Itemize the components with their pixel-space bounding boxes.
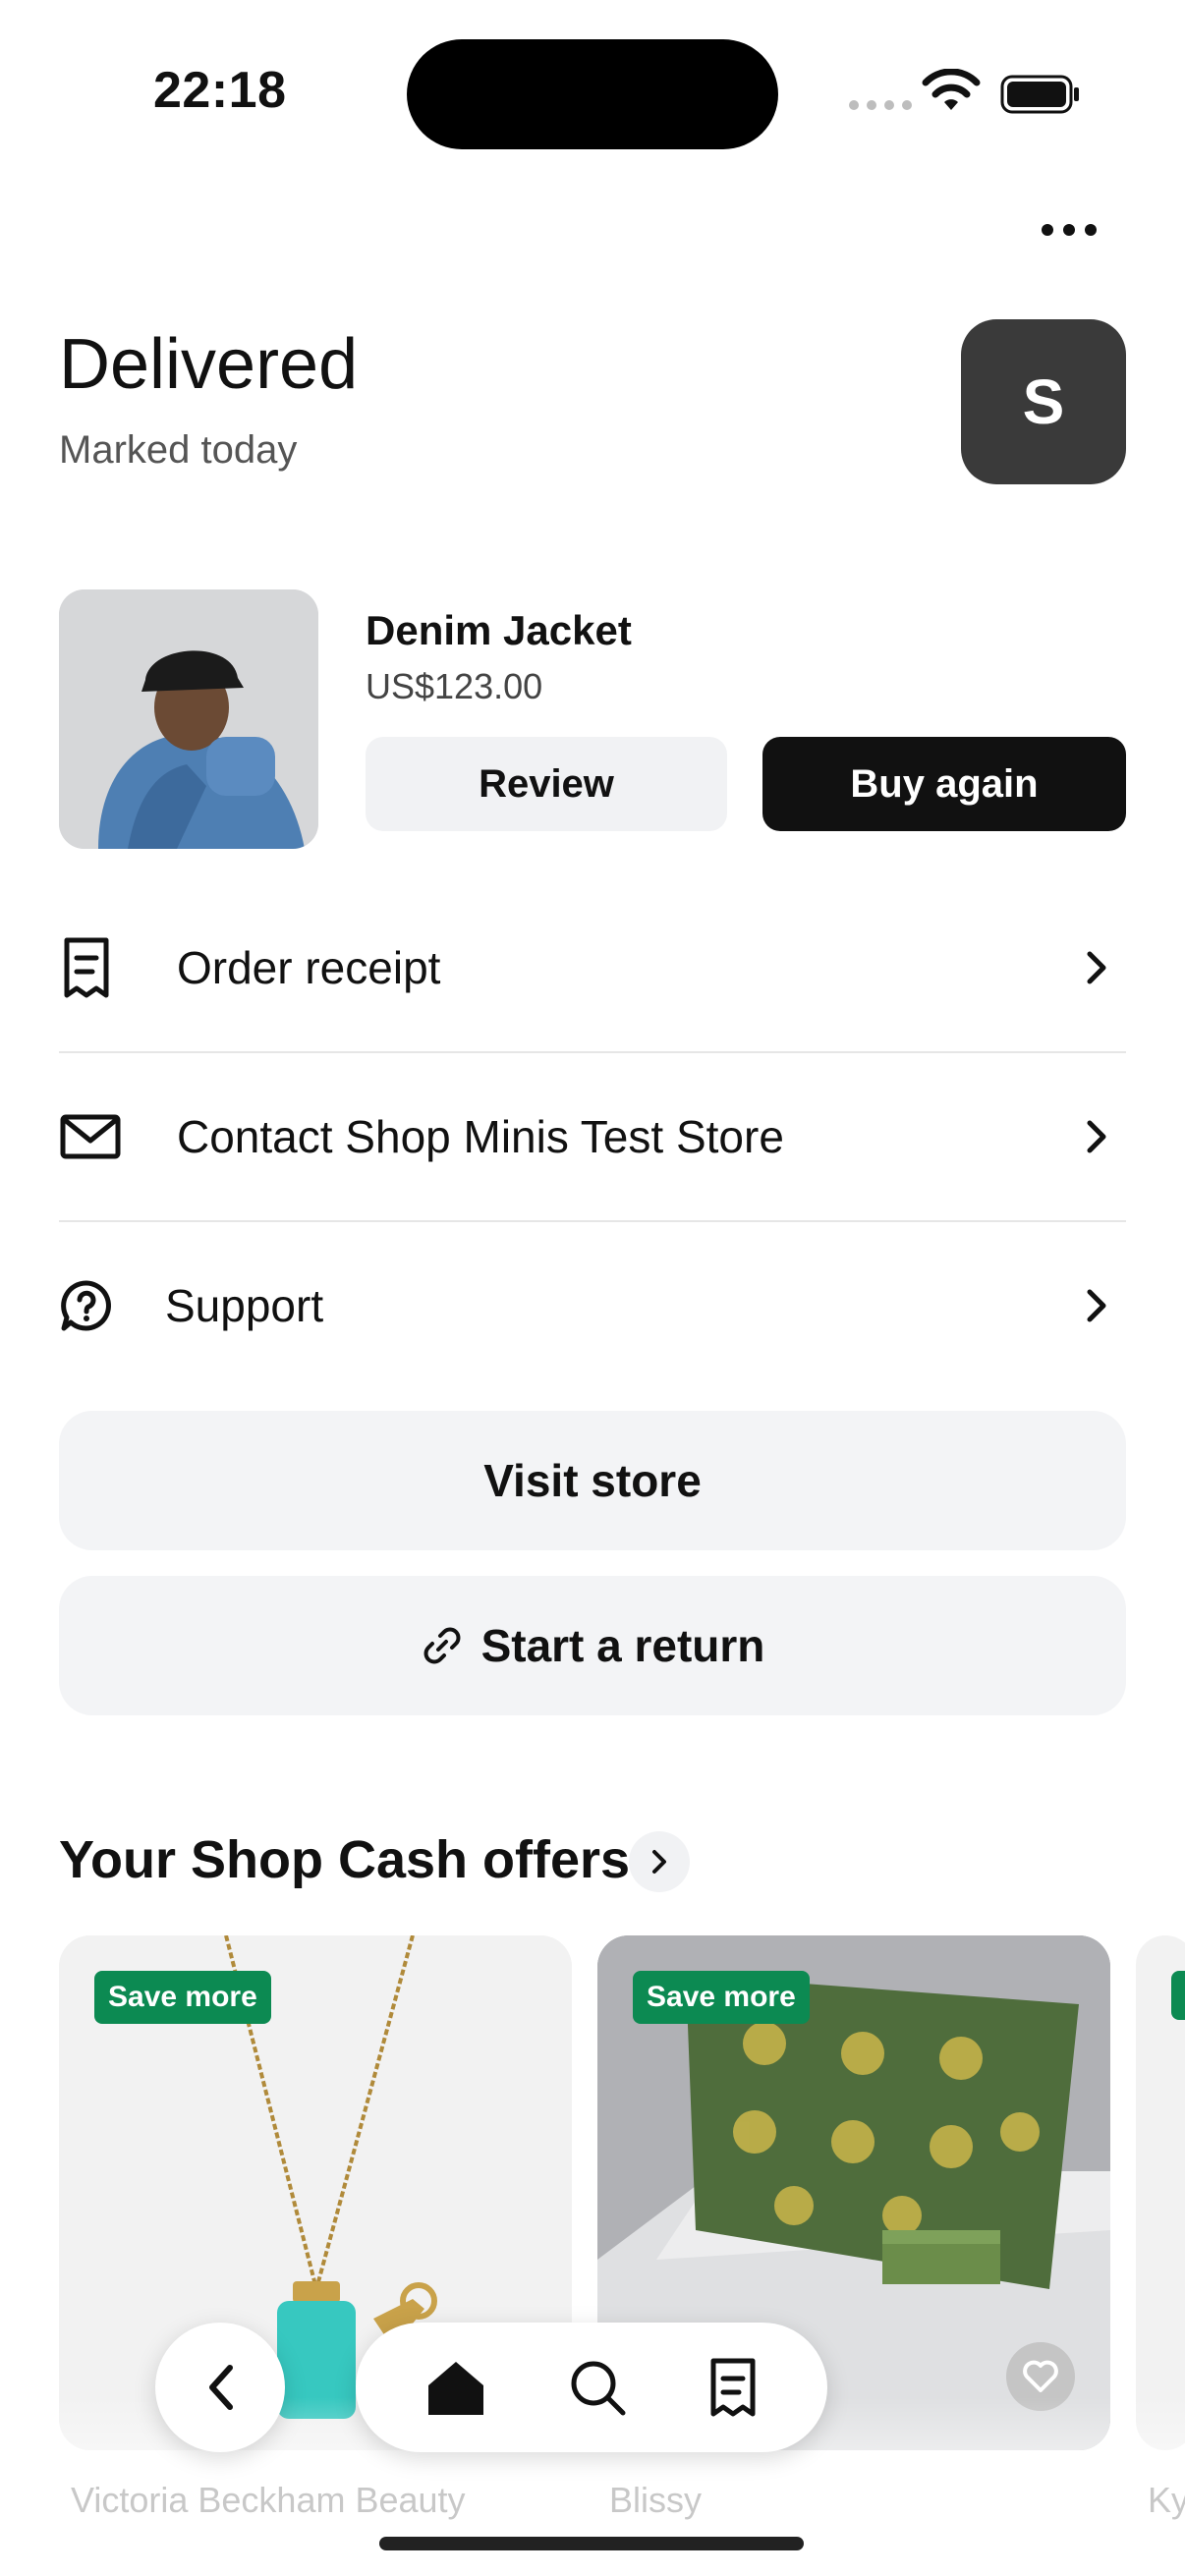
contact-store-row[interactable]: Contact Shop Minis Test Store bbox=[59, 1053, 1126, 1220]
status-time: 22:18 bbox=[153, 62, 287, 119]
order-receipt-label: Order receipt bbox=[177, 942, 441, 993]
orders-icon[interactable] bbox=[707, 2357, 759, 2418]
contact-store-label: Contact Shop Minis Test Store bbox=[177, 1111, 784, 1162]
offer-card-3[interactable] bbox=[1136, 1935, 1185, 2450]
offers-chevron-right-icon[interactable] bbox=[629, 1831, 690, 1892]
offer-store-name[interactable]: Victoria Beckham Beauty bbox=[71, 2480, 466, 2521]
store-avatar[interactable]: S bbox=[961, 319, 1126, 484]
product-name[interactable]: Denim Jacket bbox=[366, 607, 632, 654]
cellular-signal-icon bbox=[849, 100, 912, 110]
support-row[interactable]: Support bbox=[59, 1222, 1126, 1389]
product-photo-illustration bbox=[59, 589, 318, 849]
wifi-icon bbox=[922, 69, 981, 110]
review-button[interactable]: Review bbox=[366, 737, 727, 831]
more-options-icon[interactable] bbox=[1042, 210, 1104, 250]
page-title: Delivered bbox=[59, 325, 359, 404]
chevron-right-icon bbox=[1087, 1120, 1106, 1153]
support-icon bbox=[61, 1280, 111, 1331]
shop-cash-offers-title[interactable]: Your Shop Cash offers bbox=[59, 1829, 630, 1890]
order-receipt-row[interactable]: Order receipt bbox=[59, 884, 1126, 1051]
offer-store-name[interactable]: Ky bbox=[1148, 2480, 1185, 2521]
home-icon[interactable] bbox=[424, 2358, 487, 2417]
buy-again-button[interactable]: Buy again bbox=[762, 737, 1126, 831]
delivery-status-subtitle: Marked today bbox=[59, 428, 298, 472]
back-button[interactable] bbox=[155, 2323, 285, 2452]
save-more-badge: Save more bbox=[633, 1971, 810, 2024]
product-price: US$123.00 bbox=[366, 666, 543, 706]
start-return-button[interactable]: Start a return bbox=[59, 1576, 1126, 1715]
visit-store-button[interactable]: Visit store bbox=[59, 1411, 1126, 1550]
save-more-badge-partial bbox=[1171, 1971, 1185, 2020]
start-return-label: Start a return bbox=[480, 1620, 765, 1671]
receipt-icon bbox=[64, 937, 109, 998]
battery-icon bbox=[1000, 75, 1079, 114]
back-icon bbox=[209, 2365, 233, 2410]
offer-store-name[interactable]: Blissy bbox=[609, 2480, 702, 2521]
chevron-right-icon bbox=[1087, 1289, 1106, 1322]
support-label: Support bbox=[165, 1280, 324, 1331]
search-icon[interactable] bbox=[567, 2357, 628, 2418]
mail-icon bbox=[60, 1114, 121, 1159]
visit-store-label: Visit store bbox=[483, 1455, 702, 1506]
home-indicator[interactable] bbox=[379, 2537, 804, 2550]
product-image[interactable] bbox=[59, 589, 318, 849]
chevron-right-icon bbox=[1087, 951, 1106, 984]
dynamic-island bbox=[407, 39, 778, 149]
save-more-badge: Save more bbox=[94, 1971, 271, 2024]
link-icon bbox=[423, 1627, 461, 1664]
bottom-tab-bar bbox=[356, 2323, 827, 2452]
